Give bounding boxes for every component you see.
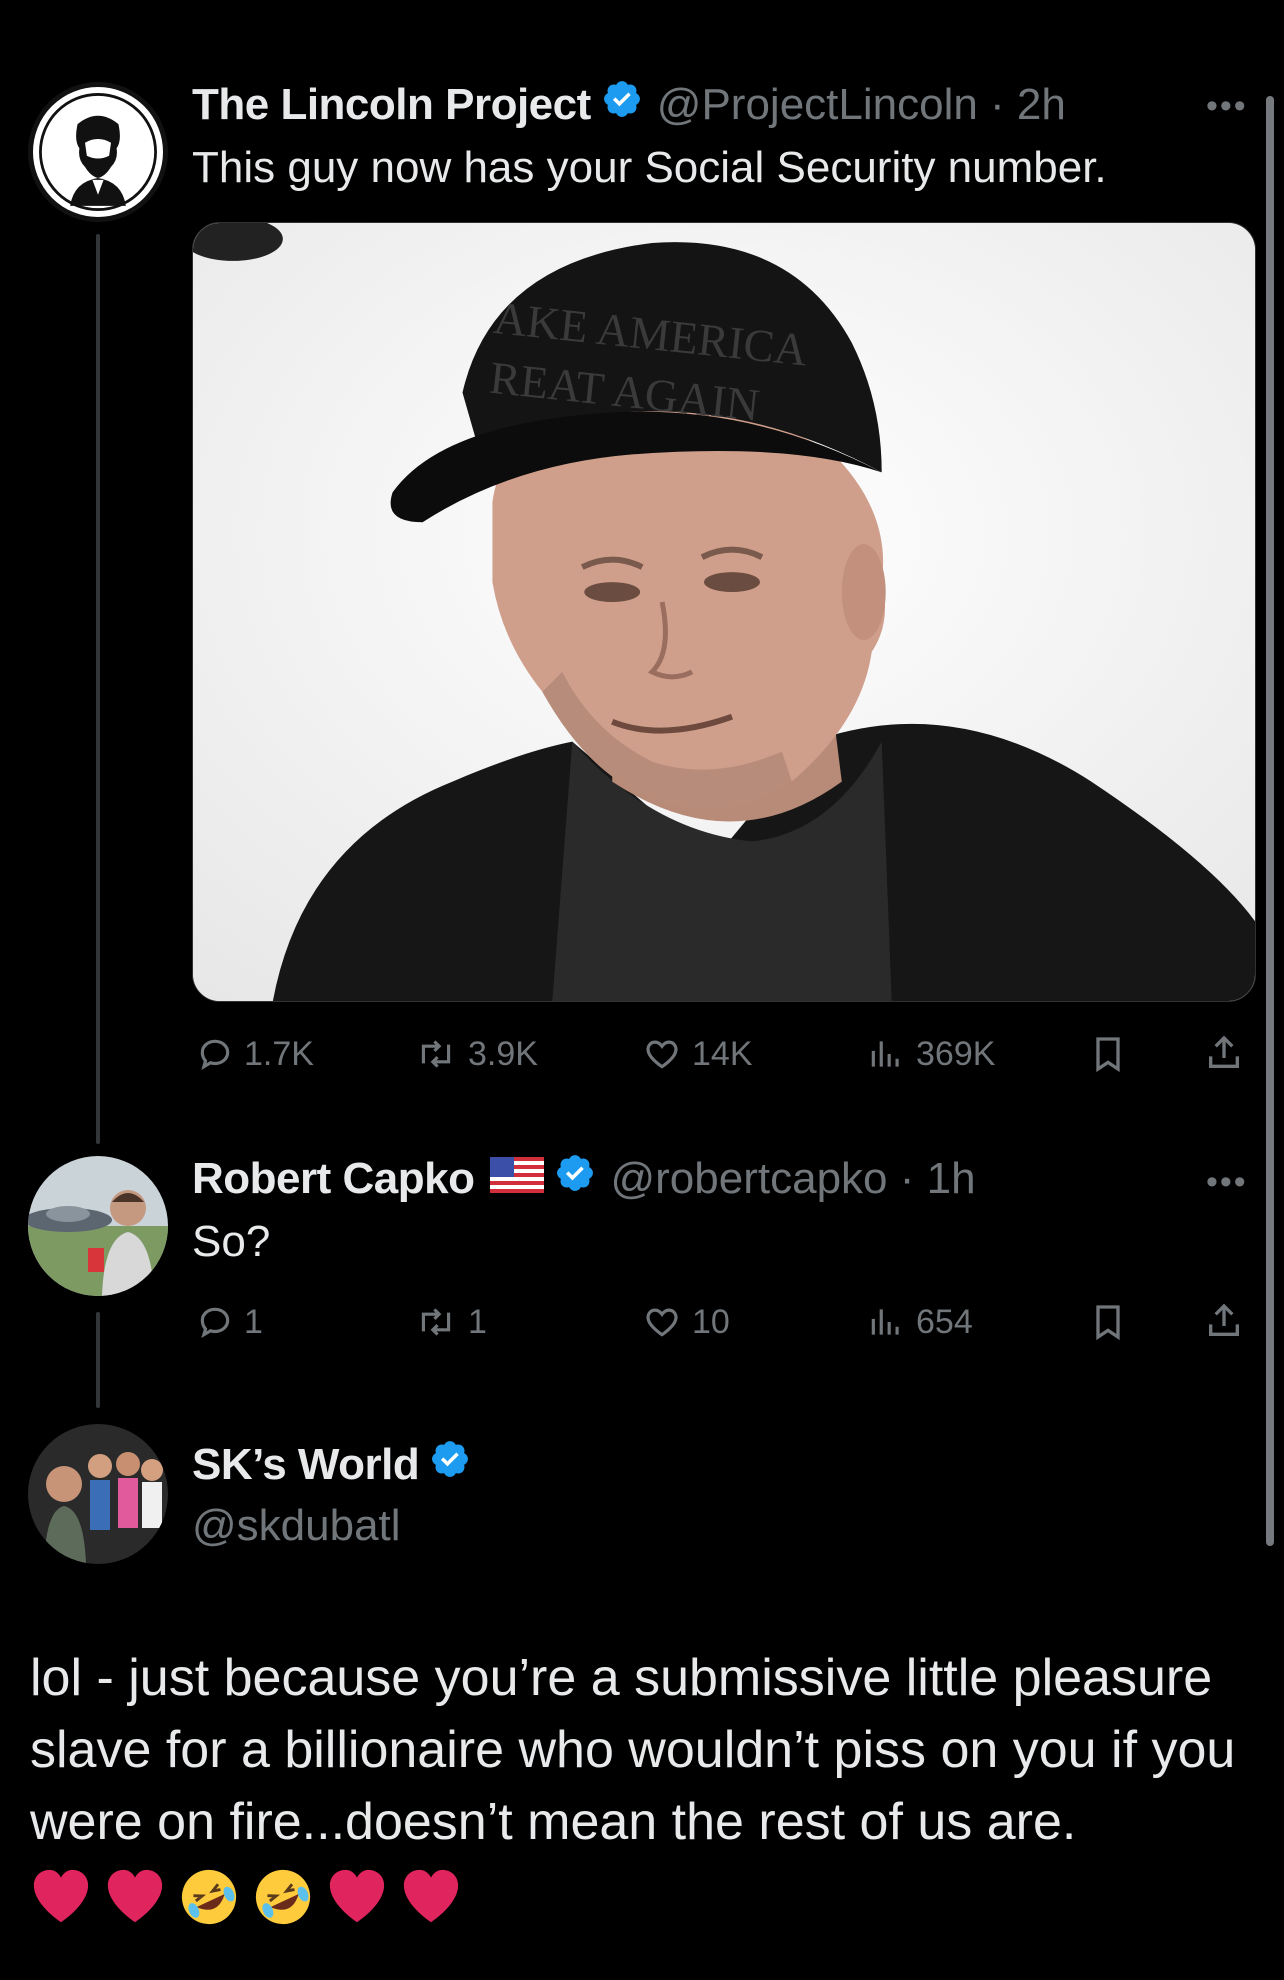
thread-line	[96, 1312, 100, 1408]
screenshot-root: The Lincoln Project @ProjectLincoln · 2h…	[0, 0, 1284, 1980]
share-icon	[1209, 1303, 1239, 1336]
repost-button[interactable]: 1	[414, 1302, 487, 1342]
view-count: 654	[916, 1303, 973, 1341]
author-handle-time[interactable]: @robertcapko · 1h	[610, 1153, 975, 1205]
views-button[interactable]: 654	[866, 1302, 973, 1342]
lincoln-project-avatar[interactable]	[28, 82, 168, 222]
reply-count: 1	[244, 1303, 263, 1341]
repost-icon	[421, 1308, 451, 1336]
tweet-header: Robert Capko @robertcapko · 1h	[192, 1152, 976, 1206]
reply-button[interactable]: 1	[196, 1302, 263, 1342]
reply-card-header: SK’s World	[192, 1438, 471, 1492]
views-chart-icon	[871, 1309, 899, 1335]
reply-icon	[200, 1307, 230, 1339]
like-count: 14K	[692, 1035, 753, 1073]
like-count: 10	[692, 1303, 730, 1341]
views-button[interactable]: 369K	[866, 1034, 995, 1074]
repost-button[interactable]: 3.9K	[414, 1034, 538, 1074]
bookmark-button[interactable]	[1090, 1034, 1126, 1074]
tweet-text: So?	[192, 1217, 271, 1266]
share-button[interactable]	[1204, 1300, 1244, 1342]
heart-outline-icon	[646, 1040, 678, 1069]
sks-world-avatar[interactable]	[28, 1424, 168, 1564]
repost-icon	[421, 1040, 451, 1068]
scrollbar[interactable]	[1266, 96, 1274, 1546]
reply-button[interactable]: 1.7K	[196, 1034, 314, 1074]
heart-outline-icon	[646, 1308, 678, 1337]
author-name[interactable]: Robert Capko	[192, 1153, 475, 1205]
verified-badge-icon	[601, 78, 643, 132]
view-count: 369K	[916, 1035, 996, 1073]
like-button[interactable]: 14K	[642, 1034, 753, 1074]
verified-badge-icon	[554, 1152, 596, 1206]
views-chart-icon	[871, 1041, 899, 1067]
thread-line	[96, 234, 100, 1144]
share-icon	[1209, 1035, 1239, 1068]
reply-body-text: lol - just because you’re a submissive l…	[30, 1649, 1236, 1851]
author-handle[interactable]: @skdubatl	[192, 1500, 401, 1552]
repost-count: 1	[468, 1303, 487, 1341]
rofl-emoji	[181, 1869, 237, 1925]
tweet-text: This guy now has your Social Security nu…	[192, 143, 1107, 192]
bookmark-button[interactable]	[1090, 1302, 1126, 1342]
reply-count: 1.7K	[244, 1035, 314, 1073]
verified-badge-icon	[429, 1438, 471, 1492]
emoji-row	[30, 1866, 462, 1928]
reply-icon	[200, 1039, 230, 1071]
bookmark-icon	[1096, 1305, 1120, 1341]
heart-emoji	[403, 1869, 459, 1923]
robert-capko-avatar[interactable]	[28, 1156, 168, 1296]
us-flag-icon	[490, 1153, 545, 1205]
bookmark-icon	[1096, 1037, 1120, 1073]
author-name[interactable]: SK’s World	[192, 1439, 420, 1491]
more-options-icon[interactable]: •••	[1206, 1165, 1248, 1199]
heart-emoji	[107, 1869, 163, 1923]
rofl-emoji	[255, 1869, 311, 1925]
tweet-media-image[interactable]: AKE AMERICA REAT AGAIN	[192, 222, 1256, 1002]
heart-emoji	[33, 1869, 89, 1923]
heart-emoji	[329, 1869, 385, 1923]
author-handle-time[interactable]: @ProjectLincoln · 2h	[657, 79, 1066, 131]
share-button[interactable]	[1204, 1032, 1244, 1074]
repost-count: 3.9K	[468, 1035, 538, 1073]
more-options-icon[interactable]: •••	[1206, 89, 1248, 123]
author-name[interactable]: The Lincoln Project	[192, 79, 591, 131]
tweet-header: The Lincoln Project @ProjectLincoln · 2h	[192, 78, 1066, 132]
like-button[interactable]: 10	[642, 1302, 730, 1342]
